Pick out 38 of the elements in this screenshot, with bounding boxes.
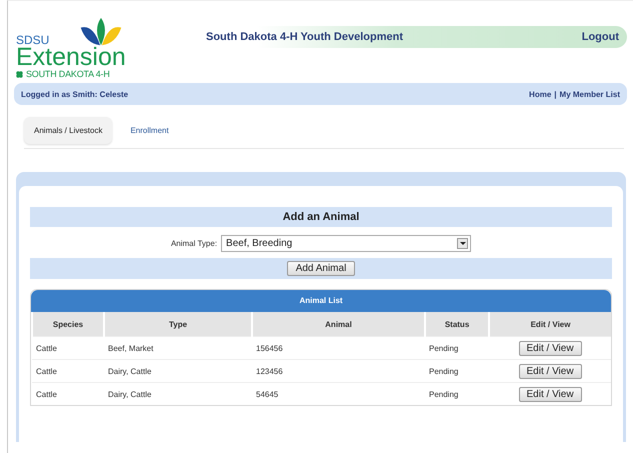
table-title: Animal List <box>31 290 611 312</box>
column-header: Type <box>104 312 252 336</box>
logged-in-text: Logged in as Smith: Celeste <box>21 90 128 98</box>
nav-link[interactable]: Home <box>529 90 552 98</box>
table-cell: Beef, Market <box>104 336 252 360</box>
logout-link[interactable]: Logout <box>582 31 619 43</box>
column-header: Edit / View <box>489 312 611 336</box>
column-header: Status <box>425 312 490 336</box>
logo-text: SOUTH DAKOTA 4-H <box>26 69 110 79</box>
table-cell: Pending <box>425 336 490 360</box>
table-cell: Cattle <box>32 360 104 382</box>
tab[interactable]: Animals / Livestock <box>24 117 112 144</box>
site-title: South Dakota 4-H Youth Development <box>206 31 404 43</box>
table-cell: Pending <box>425 360 490 382</box>
column-header: Species <box>32 312 104 336</box>
edit-view-button[interactable]: Edit / View <box>518 364 582 378</box>
edit-view-button[interactable]: Edit / View <box>518 340 582 356</box>
column-header: Animal <box>252 312 425 336</box>
table-cell: Dairy, Cattle <box>104 360 252 382</box>
logo-text: SDSU <box>16 33 50 47</box>
logo-text: Extension <box>16 45 127 69</box>
nav-link[interactable]: My Member List <box>560 90 620 98</box>
animal-type-select[interactable]: Beef, Breeding <box>221 235 472 252</box>
table-cell: Cattle <box>32 336 104 360</box>
table-cell: Cattle <box>32 382 104 405</box>
table-cell: 156456 <box>252 336 425 360</box>
table-cell: Dairy, Cattle <box>104 382 252 405</box>
add-animal-button[interactable]: Add Animal <box>286 261 356 276</box>
leaves-logo-icon <box>79 17 124 47</box>
clover-icon <box>16 70 23 78</box>
field-label: Animal Type: <box>170 239 218 248</box>
edit-view-button[interactable]: Edit / View <box>518 386 582 402</box>
table-cell: Pending <box>425 382 490 405</box>
table-cell: 123456 <box>252 360 425 382</box>
separator: | <box>554 90 557 98</box>
table-cell: 54645 <box>252 382 425 405</box>
tab[interactable]: Enrollment <box>120 117 179 144</box>
section-title: Add an Animal <box>30 207 612 227</box>
